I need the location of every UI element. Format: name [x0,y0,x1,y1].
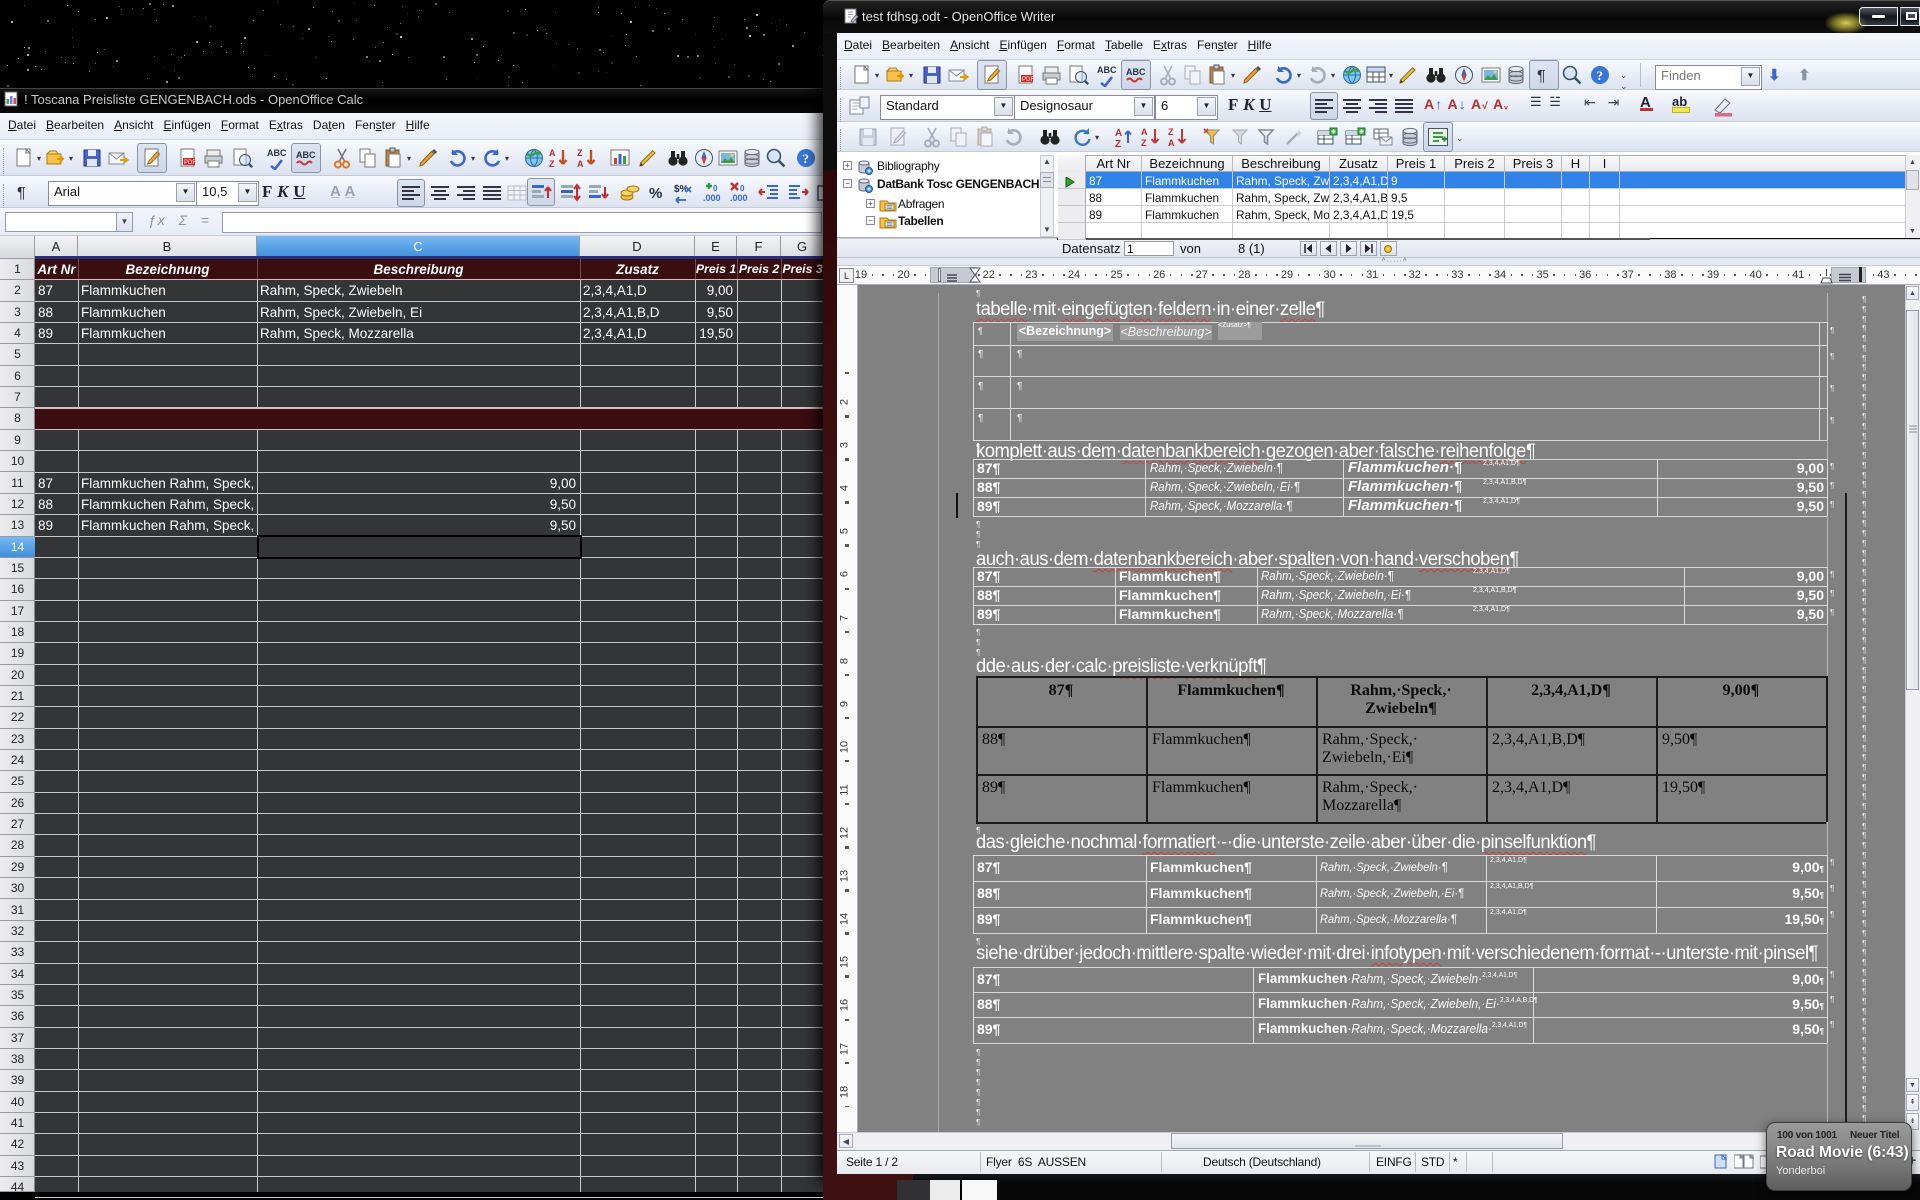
svg-text:?: ? [803,151,810,166]
svg-text:A: A [577,159,584,169]
svg-text:Z: Z [1115,139,1121,149]
svg-text:A: A [1141,127,1148,137]
svg-text:Z: Z [549,159,555,169]
svg-text:PDF: PDF [1022,77,1034,83]
svg-text:PDF: PDF [184,160,196,166]
svg-text:?: ? [1597,68,1604,83]
svg-text:ABC: ABC [267,148,287,158]
svg-text:%: % [649,185,662,202]
svg-text:A: A [1168,138,1175,148]
svg-text:.000: .000 [703,193,721,203]
svg-text:ABC: ABC [296,150,316,160]
svg-text:0: 0 [713,184,718,193]
svg-text:¶: ¶ [17,185,26,202]
svg-text:.000: .000 [730,193,748,203]
svg-text:0: 0 [740,184,745,193]
svg-text:A: A [1115,128,1122,139]
svg-text:ABC: ABC [1097,65,1117,75]
svg-text:Z: Z [1168,127,1174,137]
svg-text:Z: Z [577,148,583,158]
svg-text:¶: ¶ [1537,68,1546,85]
svg-text:$%: $% [674,184,689,195]
svg-text:A: A [549,148,556,158]
svg-text:Z: Z [1141,138,1147,148]
svg-text:ABC: ABC [1126,67,1146,77]
